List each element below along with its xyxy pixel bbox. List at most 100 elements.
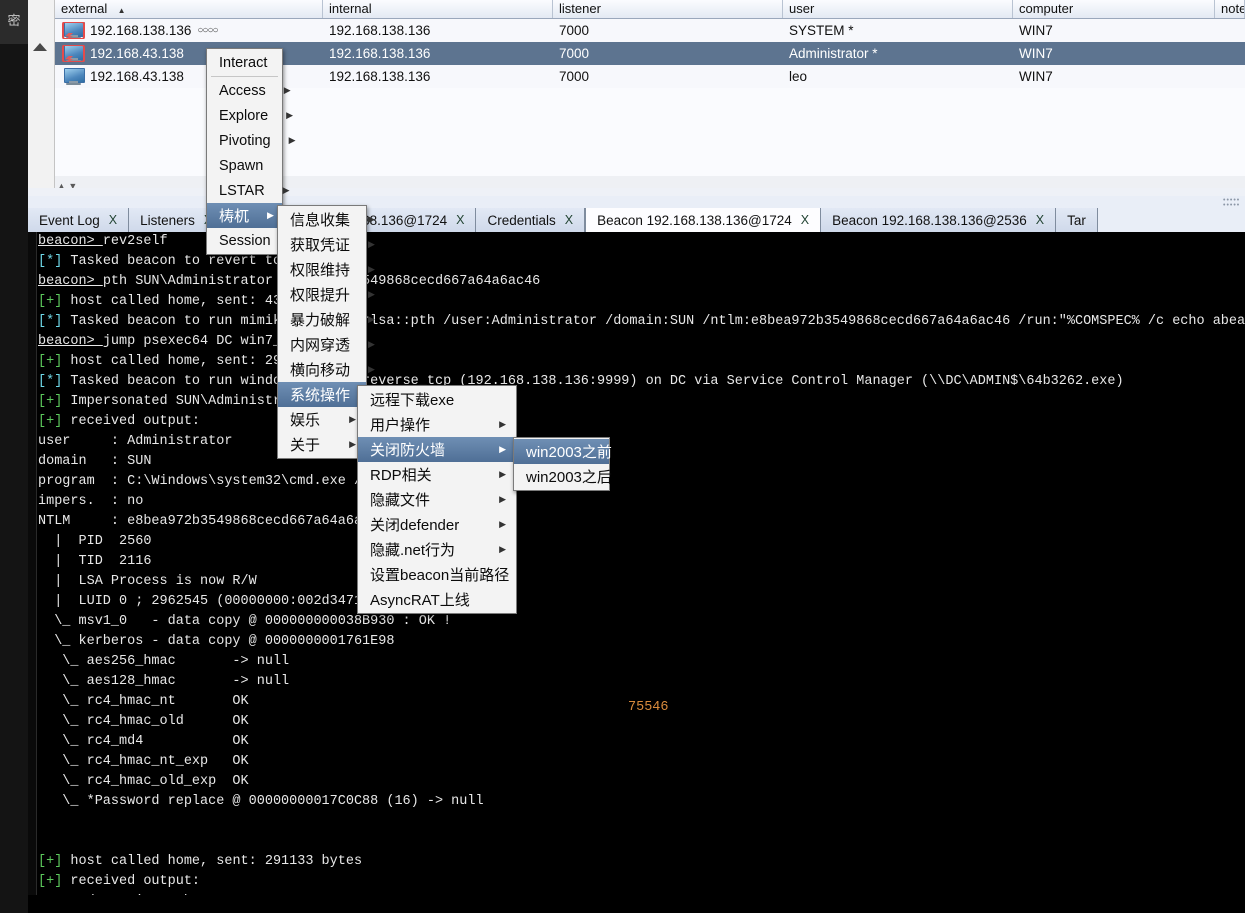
table-vertical-scrollbar[interactable]: [28, 0, 55, 196]
menu-item-label: 关于: [290, 437, 321, 454]
menu-item-3[interactable]: 权限提升 ▶: [278, 282, 375, 307]
context-menu-level-4[interactable]: win2003之前 win2003之后: [513, 437, 612, 491]
menu-item-3[interactable]: RDP相关 ▶: [358, 462, 516, 487]
tab-event-log[interactable]: Event Log X: [28, 208, 130, 232]
menu-item-4[interactable]: Spawn: [207, 153, 282, 178]
column-label: computer: [1019, 1, 1074, 16]
context-menu-level-2[interactable]: 信息收集▶获取凭证▶权限维持▶权限提升▶暴力破解▶内网穿透▶横向移动▶系统操作▶…: [277, 205, 375, 459]
menu-item-2[interactable]: 关闭防火墙 ▶: [358, 437, 516, 462]
context-menu-level-1[interactable]: Interact Access ▶ Explore ▶ Pivoting ▶ Spawn LST…: [206, 48, 296, 255]
menu-item-label: win2003之前: [526, 444, 612, 461]
menu-item-6[interactable]: 横向移动 ▶: [278, 357, 375, 382]
table-column-header-user[interactable]: user: [783, 0, 1013, 18]
menu-item-0[interactable]: win2003之前: [514, 439, 612, 464]
console-line: [*] Tasked beacon to revert token: [38, 252, 1243, 272]
menu-item-label: 娱乐: [290, 412, 321, 429]
console-line: | LUID 0 ; 2962545 (00000000:002d3471): [38, 592, 1243, 612]
menu-item-1[interactable]: Access ▶: [207, 78, 291, 103]
menu-item-6[interactable]: 隐藏.net行为 ▶: [358, 537, 516, 562]
tab-credentials[interactable]: Credentials X: [476, 208, 586, 232]
submenu-arrow-icon: ▶: [283, 85, 291, 95]
menu-item-label: Spawn: [219, 157, 264, 174]
table-cell-computer: WIN7: [1019, 46, 1053, 61]
menu-item-1[interactable]: 用户操作 ▶: [358, 412, 516, 437]
console-line: [+] host called home, sent: 437603 bytes: [38, 292, 1243, 312]
tab-close-icon[interactable]: X: [801, 213, 809, 227]
console-line: \_ *Password replace @ 00000000017C0C88 …: [38, 792, 1243, 812]
table-column-header-internal[interactable]: internal: [323, 0, 553, 18]
console-line: [+] received output:: [38, 412, 1243, 432]
submenu-arrow-icon: ▶: [368, 239, 375, 249]
menu-item-0[interactable]: Interact: [207, 50, 282, 75]
menu-item-label: AsyncRAT上线: [370, 592, 470, 609]
tab-close-icon[interactable]: X: [109, 213, 117, 227]
menu-item-1[interactable]: win2003之后: [514, 464, 612, 489]
menu-item-3[interactable]: Pivoting ▶: [207, 128, 296, 153]
table-column-header-computer[interactable]: computer: [1013, 0, 1215, 18]
console-line: [*] Tasked beacon to run windows/beacon_…: [38, 372, 1243, 392]
left-rail: 密: [0, 0, 28, 913]
menu-item-6[interactable]: 梼杌 ▶: [207, 203, 282, 228]
table-cell-listener: 7000: [559, 69, 590, 84]
console-gutter: [28, 232, 37, 913]
submenu-arrow-icon: ▶: [368, 314, 375, 324]
console-text: beacon>: [38, 334, 103, 349]
tab-close-icon[interactable]: X: [1036, 213, 1044, 227]
tab-label: Beacon 192.168.138.136@2536: [832, 212, 1027, 228]
triangle-up-icon[interactable]: [33, 43, 47, 51]
console-line: beacon> pth SUN\Administrator e8bea972b3…: [38, 272, 1243, 292]
menu-item-5[interactable]: LSTAR ▶: [207, 178, 290, 203]
menu-item-5[interactable]: 内网穿透 ▶: [278, 332, 375, 357]
menu-item-8[interactable]: 娱乐 ▶: [278, 407, 366, 432]
menu-item-4[interactable]: 暴力破解 ▶: [278, 307, 375, 332]
table-column-header-listener[interactable]: listener: [553, 0, 783, 18]
tab-label: Tar: [1067, 212, 1086, 228]
external-address: 192.168.43.138: [90, 46, 184, 61]
console-text: host called home, sent: 291133 bytes: [62, 854, 363, 869]
console-orange-fragment: 75546: [628, 700, 669, 715]
menu-item-7[interactable]: 设置beacon当前路径: [358, 562, 516, 587]
console-text: [+]: [38, 414, 63, 429]
context-menu-level-3[interactable]: 远程下载exe 用户操作 ▶ 关闭防火墙 ▶ RDP相关 ▶ 隐藏文件 ▶ 关闭defender ▶…: [357, 385, 517, 614]
console-text: [+]: [38, 874, 63, 889]
menu-item-7[interactable]: Session▶: [207, 228, 296, 253]
console-line: domain : SUN: [38, 452, 1243, 472]
table-cell-computer: WIN7: [1019, 69, 1053, 84]
menu-item-label: 横向移动: [290, 362, 351, 379]
tab-close-icon[interactable]: X: [565, 213, 573, 227]
tab-strip-grip[interactable]: ••••• •••••: [1223, 197, 1245, 209]
table-column-header-note[interactable]: note: [1215, 0, 1245, 18]
console-line: \_ rc4_hmac_nt_exp OK: [38, 752, 1243, 772]
menu-item-9[interactable]: 关于 ▶: [278, 432, 366, 457]
tab-beacon-192-168-138-136-2536[interactable]: Beacon 192.168.138.136@2536 X: [821, 208, 1057, 232]
menu-item-label: LSTAR: [219, 182, 265, 199]
console-text: beacon>: [38, 234, 103, 249]
menu-item-2[interactable]: 权限维持 ▶: [278, 257, 375, 282]
menu-item-label: win2003之后: [526, 469, 612, 486]
submenu-arrow-icon: ▶: [499, 544, 506, 554]
menu-item-0[interactable]: 信息收集 ▶: [278, 207, 375, 232]
menu-item-1[interactable]: 获取凭证 ▶: [278, 232, 375, 257]
console-line: \_ msv1_0 - data copy @ 000000000038B930…: [38, 612, 1243, 632]
tab-label: Credentials: [487, 212, 556, 228]
tab-close-icon[interactable]: X: [456, 213, 464, 227]
console-text: received output:: [62, 414, 201, 429]
menu-item-label: 内网穿透: [290, 337, 351, 354]
menu-item-2[interactable]: Explore ▶: [207, 103, 293, 128]
table-row[interactable]: 192.168.138.136 ○○○○ 192.168.138.136 7000 SY…: [55, 19, 1245, 42]
column-label: user: [789, 1, 815, 16]
console-text: [+]: [38, 854, 63, 869]
tab-beacon-192-168-138-136-1724[interactable]: Beacon 192.168.138.136@1724 X: [585, 208, 822, 232]
menu-item-0[interactable]: 远程下载exe: [358, 387, 516, 412]
console-output: beacon> rev2self [*] Tasked beacon to rev…: [38, 232, 1245, 912]
beacon-console[interactable]: beacon> rev2self [*] Tasked beacon to rev…: [28, 232, 1245, 913]
column-label: listener: [559, 1, 601, 16]
tab-tar[interactable]: Tar: [1056, 208, 1098, 232]
table-column-header-external[interactable]: external ▲: [55, 0, 323, 18]
menu-item-5[interactable]: 关闭defender ▶: [358, 512, 516, 537]
menu-item-8[interactable]: AsyncRAT上线: [358, 587, 516, 612]
console-text: [*]: [38, 254, 63, 269]
menu-item-7[interactable]: 系统操作▶: [278, 382, 375, 407]
menu-item-4[interactable]: 隐藏文件 ▶: [358, 487, 516, 512]
console-text: [*]: [38, 374, 63, 389]
